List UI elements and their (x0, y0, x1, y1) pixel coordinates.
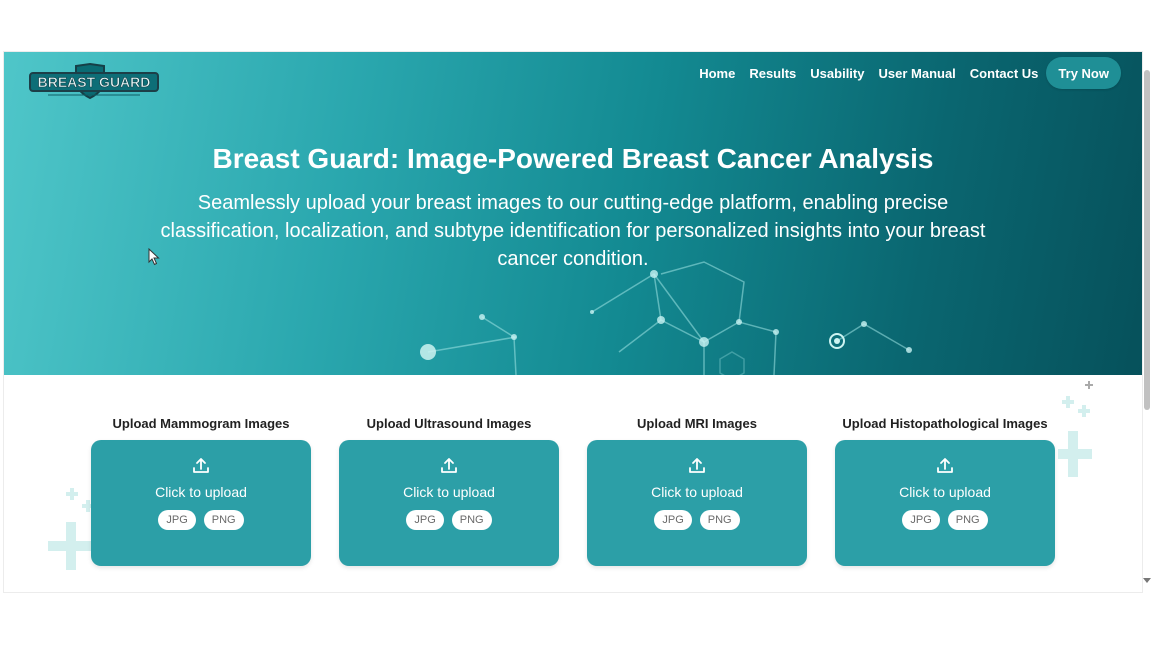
nav-contact-us[interactable]: Contact Us (970, 66, 1039, 81)
nav-user-manual[interactable]: User Manual (878, 66, 955, 81)
format-badge-jpg: JPG (902, 510, 940, 530)
format-badges: JPG PNG (91, 510, 311, 530)
top-navigation: Home Results Usability User Manual Conta… (685, 56, 1121, 90)
scrollbar-thumb[interactable] (1144, 70, 1150, 410)
upload-mri-section: Upload MRI Images Click to upload JPG PN… (587, 416, 807, 566)
upload-icon (441, 458, 457, 473)
page-scrollbar[interactable] (1142, 66, 1152, 586)
browser-viewport: BREAST GUARD Home Results Usability User… (4, 52, 1142, 592)
upload-icon (193, 458, 209, 473)
format-badges: JPG PNG (835, 510, 1055, 530)
format-badge-png: PNG (699, 510, 740, 530)
nav-home[interactable]: Home (699, 66, 735, 81)
upload-ultrasound-title: Upload Ultrasound Images (366, 416, 532, 431)
nav-usability[interactable]: Usability (810, 66, 864, 81)
upload-ultrasound-dropzone[interactable]: Click to upload JPG PNG (339, 440, 559, 566)
logo-text: BREAST GUARD (38, 74, 151, 90)
hero-banner: BREAST GUARD Home Results Usability User… (4, 52, 1142, 375)
click-to-upload-label: Click to upload (155, 484, 247, 500)
upload-histopathological-section: Upload Histopathological Images Click to… (835, 416, 1055, 566)
format-badge-jpg: JPG (158, 510, 196, 530)
scroll-down-arrow-icon[interactable] (1143, 578, 1151, 584)
format-badge-png: PNG (451, 510, 492, 530)
upload-histopathological-title: Upload Histopathological Images (842, 416, 1048, 431)
upload-ultrasound-section: Upload Ultrasound Images Click to upload… (339, 416, 559, 566)
upload-histopathological-dropzone[interactable]: Click to upload JPG PNG (835, 440, 1055, 566)
upload-mammogram-title: Upload Mammogram Images (112, 416, 290, 431)
upload-mri-title: Upload MRI Images (637, 416, 757, 431)
hero-subtitle: Seamlessly upload your breast images to … (160, 192, 986, 270)
format-badges: JPG PNG (587, 510, 807, 530)
format-badges: JPG PNG (339, 510, 559, 530)
upload-icon (689, 458, 705, 473)
format-badge-png: PNG (203, 510, 244, 530)
upload-mammogram-dropzone[interactable]: Click to upload JPG PNG (91, 440, 311, 566)
upload-icon (937, 458, 953, 473)
click-to-upload-label: Click to upload (651, 484, 743, 500)
breast-guard-logo[interactable]: BREAST GUARD (28, 60, 160, 100)
medical-cross-icon (1058, 381, 1093, 477)
nav-results[interactable]: Results (749, 66, 796, 81)
upload-mri-dropzone[interactable]: Click to upload JPG PNG (587, 440, 807, 566)
try-now-button[interactable]: Try Now (1046, 57, 1121, 89)
mouse-cursor-icon (148, 248, 160, 266)
format-badge-jpg: JPG (654, 510, 692, 530)
click-to-upload-label: Click to upload (899, 484, 991, 500)
format-badge-png: PNG (947, 510, 988, 530)
upload-mammogram-section: Upload Mammogram Images Click to upload … (91, 416, 311, 566)
click-to-upload-label: Click to upload (403, 484, 495, 500)
format-badge-jpg: JPG (406, 510, 444, 530)
hero-title: Breast Guard: Image-Powered Breast Cance… (212, 143, 934, 174)
